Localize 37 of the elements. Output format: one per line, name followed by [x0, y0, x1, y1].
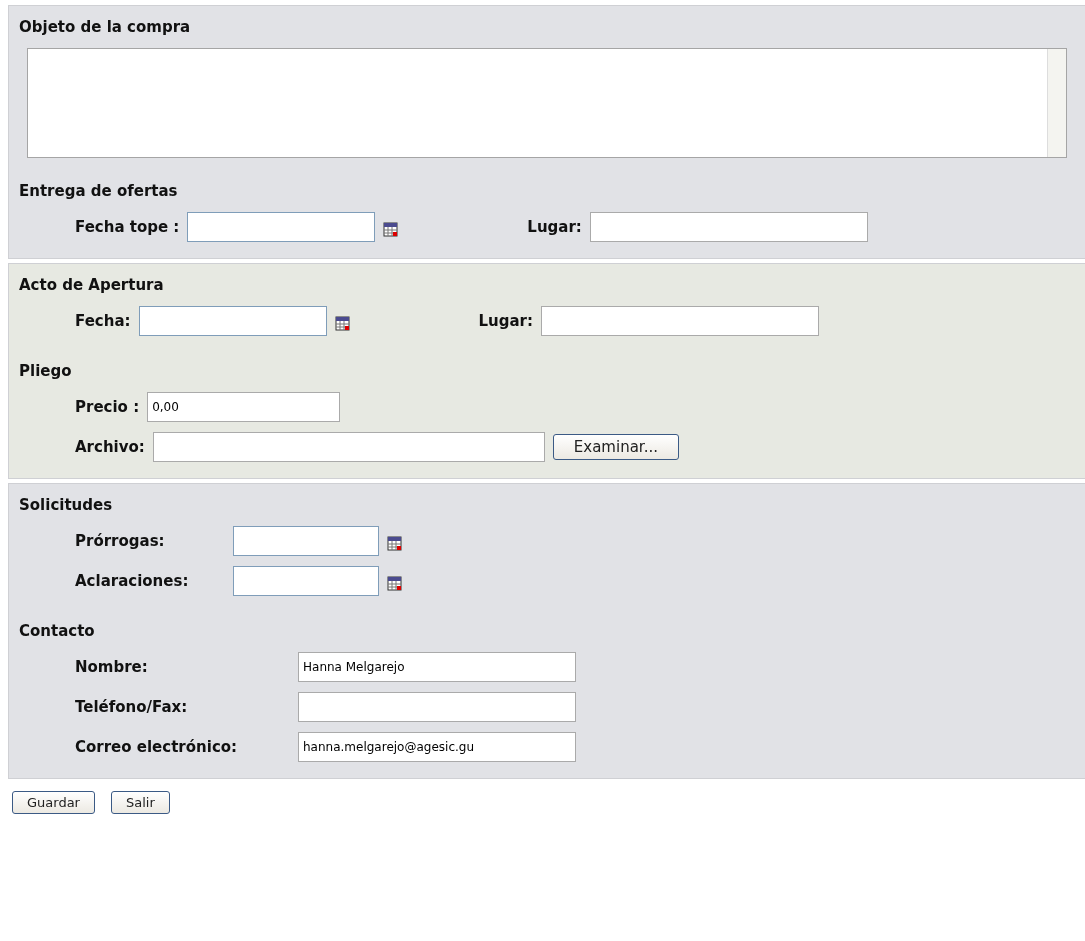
input-field[interactable]: Hanna Melgarejo — [298, 652, 576, 682]
field-label: Lugar: — [478, 312, 533, 330]
section-heading: Contacto — [19, 622, 95, 640]
input-field[interactable] — [541, 306, 819, 336]
section-heading: Pliego — [19, 362, 72, 380]
field-label: Precio : — [75, 398, 140, 416]
browse-button[interactable]: Examinar... — [552, 434, 679, 460]
section-heading: Solicitudes — [19, 496, 113, 514]
calendar-icon[interactable] — [383, 222, 400, 238]
section-heading: Objeto de la compra — [19, 18, 191, 36]
field-label: Archivo: — [75, 438, 145, 456]
field-label: Teléfono/Fax: — [75, 698, 189, 716]
calendar-icon[interactable] — [387, 576, 403, 592]
form-button[interactable]: Guardar — [12, 791, 95, 814]
field-label: Fecha: — [75, 312, 131, 330]
field-label: Correo electrónico: — [75, 738, 239, 756]
field-label: Fecha tope : — [75, 218, 180, 236]
field-label: Lugar: — [527, 218, 582, 236]
input-field[interactable] — [138, 306, 327, 336]
input-field[interactable] — [152, 432, 545, 462]
field-label: Prórrogas: — [75, 532, 166, 550]
input-field[interactable] — [233, 526, 379, 556]
calendar-icon[interactable] — [387, 536, 403, 552]
field-label: Nombre: — [75, 658, 149, 676]
section-heading: Entrega de ofertas — [19, 182, 178, 200]
input-field[interactable] — [298, 692, 576, 722]
section-heading: Acto de Apertura — [19, 276, 164, 294]
field-label: Aclaraciones: — [75, 572, 190, 590]
scrollbar[interactable] — [1047, 49, 1066, 157]
input-field[interactable]: 0,00 — [147, 392, 341, 422]
form-button[interactable]: Salir — [110, 791, 170, 814]
text-area[interactable] — [27, 48, 1067, 158]
input-field[interactable]: hanna.melgarejo@agesic.gu — [298, 732, 576, 762]
input-field[interactable] — [589, 212, 868, 242]
input-field[interactable] — [233, 566, 379, 596]
input-field[interactable] — [187, 212, 376, 242]
calendar-icon[interactable] — [334, 316, 351, 332]
